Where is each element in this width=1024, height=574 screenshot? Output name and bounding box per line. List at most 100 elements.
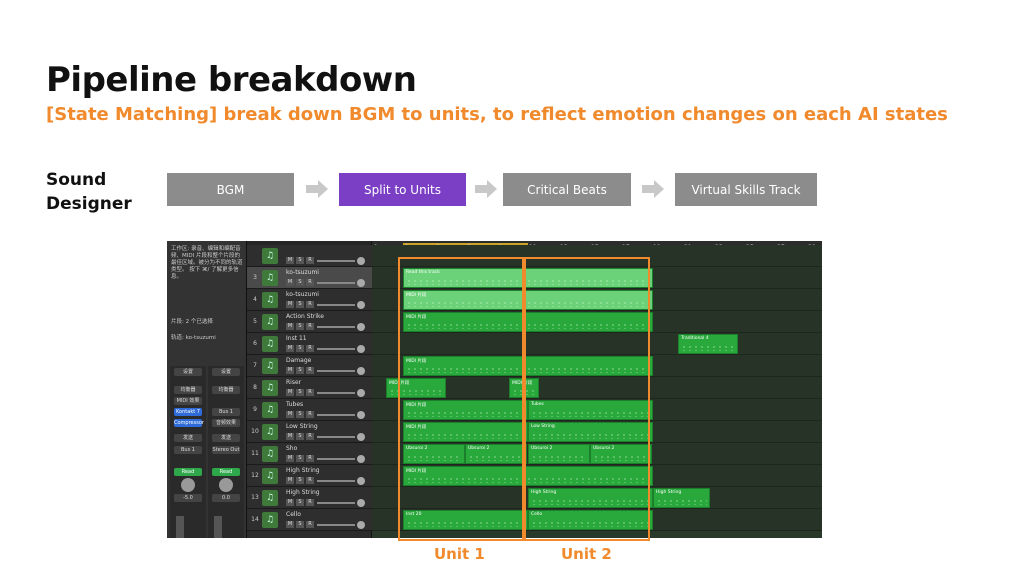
pan-knob[interactable] [357,301,365,309]
setting-button[interactable]: 设置 [212,368,240,376]
track-name[interactable]: High String [286,489,320,496]
eq-button[interactable]: 均衡器 [212,386,240,394]
record-button[interactable]: R [306,323,314,330]
track-row[interactable]: 11 ♫ Sho M S R [247,443,372,465]
track-row[interactable]: 8 ♫ Riser M S R [247,377,372,399]
mute-button[interactable]: M [286,411,294,418]
record-button[interactable]: R [306,345,314,352]
mute-button[interactable]: M [286,367,294,374]
record-button[interactable]: R [306,301,314,308]
solo-button[interactable]: S [296,477,304,484]
record-button[interactable]: R [306,257,314,264]
mute-button[interactable]: M [286,477,294,484]
track-name[interactable]: Cello [286,511,301,518]
fx-slot[interactable]: 音频效果 [212,419,240,427]
instrument-slot[interactable]: Kontakt 7 [174,408,202,416]
pan-knob[interactable] [357,411,365,419]
volume-slider[interactable] [317,348,355,350]
track-row[interactable]: 13 ♫ High String M S R [247,487,372,509]
pan-knob[interactable] [357,323,365,331]
midi-fx-button[interactable]: MIDI 效果 [174,397,202,405]
mute-button[interactable]: M [286,455,294,462]
track-name[interactable]: Action Strike [286,313,324,320]
solo-button[interactable]: S [296,411,304,418]
volume-slider[interactable] [317,304,355,306]
pan-knob[interactable] [357,521,365,529]
solo-button[interactable]: S [296,257,304,264]
track-name[interactable]: Sho [286,445,297,452]
record-button[interactable]: R [306,499,314,506]
send-button[interactable]: 发送 [212,434,240,442]
volume-slider[interactable] [317,392,355,394]
solo-button[interactable]: S [296,367,304,374]
volume-slider[interactable] [317,480,355,482]
track-row[interactable]: 9 ♫ Tubes M S R [247,399,372,421]
track-name[interactable]: ko-tsuzumi [286,291,319,298]
track-row[interactable]: 10 ♫ Low String M S R [247,421,372,443]
pan-knob[interactable] [357,279,365,287]
pan-knob[interactable] [219,478,233,492]
setting-button[interactable]: 设置 [174,368,202,376]
input-slot[interactable]: Bus 1 [212,408,240,416]
track-row[interactable]: 14 ♫ Cello M S R [247,509,372,531]
track-row[interactable]: 5 ♫ Action Strike M S R [247,311,372,333]
solo-button[interactable]: S [296,499,304,506]
record-button[interactable]: R [306,367,314,374]
track-name[interactable]: ko-tsuzumi [286,269,319,276]
solo-button[interactable]: S [296,345,304,352]
mute-button[interactable]: M [286,301,294,308]
volume-slider[interactable] [317,458,355,460]
send-button[interactable]: 发送 [174,434,202,442]
volume-slider[interactable] [317,502,355,504]
track-row[interactable]: ♫ M S R [247,245,372,267]
mute-button[interactable]: M [286,521,294,528]
volume-slider[interactable] [317,326,355,328]
pan-knob[interactable] [357,257,365,265]
record-button[interactable]: R [306,521,314,528]
track-name[interactable]: High String [286,467,320,474]
pan-knob[interactable] [357,433,365,441]
automation-mode[interactable]: Read [212,468,240,476]
pan-knob[interactable] [357,499,365,507]
pan-knob[interactable] [181,478,195,492]
pan-knob[interactable] [357,345,365,353]
volume-slider[interactable] [317,414,355,416]
track-name[interactable]: Damage [286,357,311,364]
solo-button[interactable]: S [296,301,304,308]
mute-button[interactable]: M [286,499,294,506]
record-button[interactable]: R [306,455,314,462]
pan-knob[interactable] [357,367,365,375]
inspector-track-row[interactable]: 轨道: ko-tsuzumi [171,333,216,341]
track-name[interactable]: Riser [286,379,301,386]
volume-slider[interactable] [317,370,355,372]
midi-region[interactable]: High String [653,488,710,508]
volume-slider[interactable] [317,436,355,438]
solo-button[interactable]: S [296,521,304,528]
mute-button[interactable]: M [286,345,294,352]
solo-button[interactable]: S [296,389,304,396]
track-row[interactable]: 3 ♫ ko-tsuzumi M S R [247,267,372,289]
volume-slider[interactable] [317,260,355,262]
track-name[interactable]: Low String [286,423,318,430]
record-button[interactable]: R [306,433,314,440]
solo-button[interactable]: S [296,323,304,330]
mute-button[interactable]: M [286,323,294,330]
mute-button[interactable]: M [286,279,294,286]
solo-button[interactable]: S [296,279,304,286]
solo-button[interactable]: S [296,455,304,462]
output-slot[interactable]: Stereo Out [212,446,240,454]
midi-region[interactable]: Traditional 4 [678,334,738,354]
bus-slot[interactable]: Bus 1 [174,446,202,454]
record-button[interactable]: R [306,279,314,286]
track-name[interactable]: Inst 11 [286,335,307,342]
track-row[interactable]: 7 ♫ Damage M S R [247,355,372,377]
track-name[interactable]: Tubes [286,401,303,408]
volume-slider[interactable] [317,524,355,526]
volume-slider[interactable] [317,282,355,284]
automation-mode[interactable]: Read [174,468,202,476]
record-button[interactable]: R [306,389,314,396]
track-row[interactable]: 6 ♫ Inst 11 M S R [247,333,372,355]
pan-knob[interactable] [357,455,365,463]
inspector-region-row[interactable]: 片段: 2 个已选择 [171,317,213,325]
eq-button[interactable]: 均衡器 [174,386,202,394]
